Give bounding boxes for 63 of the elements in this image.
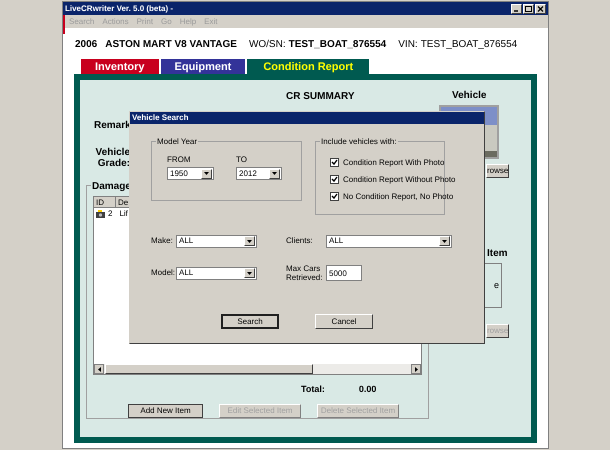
damage-title: Damage bbox=[91, 179, 132, 194]
make-label: Make: bbox=[151, 235, 174, 247]
max-cars-label: Max Cars bbox=[286, 264, 322, 273]
max-cars-field[interactable]: 5000 bbox=[326, 265, 362, 281]
wo-sn-value: TEST_BOAT_876554 bbox=[288, 38, 386, 52]
vehicle-photo-title: Vehicle bbox=[452, 89, 486, 103]
maximize-button[interactable] bbox=[523, 4, 534, 14]
checkbox-label: No Condition Report, No Photo bbox=[343, 190, 454, 202]
make-dropdown[interactable]: ALL bbox=[176, 234, 257, 248]
total-value: 0.00 bbox=[358, 383, 376, 395]
close-icon bbox=[536, 4, 545, 12]
checkbox[interactable] bbox=[330, 192, 339, 201]
checkbox[interactable] bbox=[330, 175, 339, 184]
max-cars-label: Retrieved: bbox=[286, 273, 324, 282]
caret-icon bbox=[244, 236, 255, 246]
vin-value: TEST_BOAT_876554 bbox=[420, 38, 518, 52]
tab[interactable]: Equipment bbox=[160, 59, 246, 74]
to-label: TO bbox=[236, 155, 248, 165]
window-title: LiveCRwriter Ver. 5.0 (beta) - bbox=[65, 2, 174, 14]
grade-label: Vehicle bbox=[96, 147, 130, 158]
caret-icon bbox=[244, 268, 255, 278]
column-header[interactable]: ID bbox=[94, 197, 116, 208]
caret-icon bbox=[269, 168, 280, 178]
from-label: FROM bbox=[167, 155, 192, 165]
minimize-button[interactable] bbox=[511, 4, 522, 14]
vehicle-name: ASTON MART V8 VANTAGE bbox=[105, 38, 237, 52]
year-dropdown[interactable]: 2012 bbox=[236, 167, 282, 180]
browse-button[interactable]: rowse bbox=[486, 164, 509, 178]
dialog-button[interactable]: Cancel bbox=[315, 314, 373, 329]
caret-icon bbox=[439, 236, 450, 246]
dialog-title: Vehicle Search bbox=[132, 112, 188, 124]
left-arrow-icon bbox=[98, 366, 100, 372]
right-arrow-icon bbox=[414, 366, 418, 372]
maximize-icon bbox=[524, 4, 533, 12]
model-label: Model: bbox=[151, 267, 176, 279]
dialog-button[interactable]: Search bbox=[221, 314, 279, 329]
action-button[interactable]: Add New Item bbox=[128, 404, 203, 418]
wo-sn-label: WO/SN: bbox=[248, 38, 286, 52]
row-description: Lif bbox=[119, 208, 128, 220]
vin-label: VIN: bbox=[398, 38, 418, 52]
year-dropdown[interactable]: 1950 bbox=[167, 167, 214, 180]
item-photo-title: Item bbox=[487, 247, 508, 261]
horizontal-scrollbar[interactable] bbox=[94, 364, 421, 374]
summary-title: CR SUMMARY bbox=[286, 90, 355, 104]
model-dropdown[interactable]: ALL bbox=[176, 266, 257, 280]
row-id: 2 bbox=[108, 208, 112, 220]
clients-label: Clients: bbox=[286, 235, 314, 247]
vehicle-year: 2006 bbox=[75, 38, 98, 52]
close-button[interactable] bbox=[535, 4, 546, 14]
remark-label: Remark bbox=[94, 119, 131, 133]
checkbox-label: Condition Report With Photo bbox=[343, 156, 444, 168]
scroll-left-button[interactable] bbox=[94, 364, 104, 374]
tab[interactable]: Condition Report bbox=[247, 59, 370, 74]
item-photo-text: e bbox=[494, 278, 499, 292]
caret-icon bbox=[201, 168, 212, 178]
checkbox-label: Condition Report Without Photo bbox=[343, 174, 456, 186]
checkbox[interactable] bbox=[330, 158, 339, 167]
clients-dropdown[interactable]: ALL bbox=[326, 234, 452, 248]
grade-label: Grade: bbox=[98, 158, 130, 169]
total-label: Total: bbox=[301, 383, 325, 395]
scroll-right-button[interactable] bbox=[411, 364, 421, 374]
tab[interactable]: Inventory bbox=[81, 59, 159, 74]
scrollbar-thumb[interactable] bbox=[105, 364, 313, 374]
